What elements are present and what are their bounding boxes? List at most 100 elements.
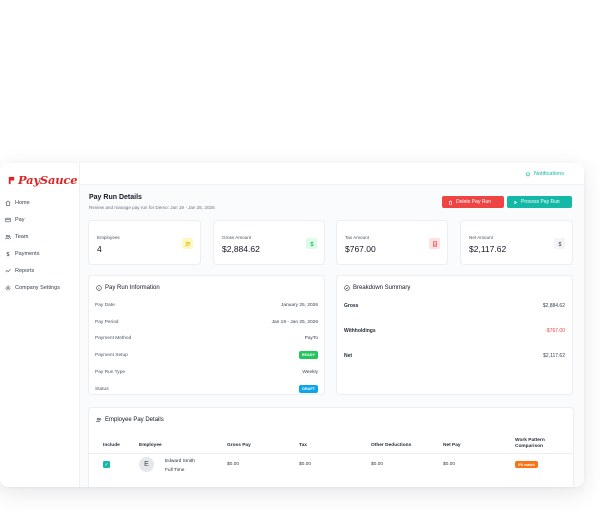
dollar-icon — [306, 238, 317, 249]
info-label: Payment Setup — [95, 353, 128, 358]
column-header-work-pattern-comparison[interactable]: Work Pattern Comparison — [515, 438, 559, 450]
pay-run-information-panel: Pay Run Information Pay Date January 25,… — [88, 275, 325, 395]
home-icon — [5, 200, 11, 206]
breakdown-value: -$767.00 — [545, 328, 565, 334]
stat-card-employees: Employees 4 — [88, 220, 201, 265]
info-row-status: Status DRAFT — [95, 385, 318, 395]
breakdown-row-net: Net $2,117.62 — [344, 351, 565, 361]
column-header-tax[interactable]: Tax — [299, 443, 307, 449]
info-row-payment-setup: Payment Setup READY — [95, 351, 318, 361]
panel-title: Employee Pay Details — [96, 417, 164, 423]
stat-label: Employees — [97, 235, 120, 240]
stat-value: 4 — [97, 244, 102, 254]
delete-pay-run-label: Delete Pay Run — [456, 199, 492, 205]
stat-label: Tax Amount — [345, 235, 370, 240]
info-label: Status — [95, 387, 109, 392]
table-header: Include Employee Gross Pay Tax Other Ded… — [89, 436, 573, 454]
breakdown-row-gross: Gross $2,884.62 — [344, 301, 565, 311]
stat-value: $2,884.62 — [222, 244, 260, 254]
breakdown-label: Net — [344, 353, 353, 359]
panel-title-text: Pay Run Information — [105, 285, 160, 291]
panel-title: Pay Run Information — [96, 285, 160, 291]
stat-card-net-amount: Net Amount $2,117.62 — [460, 220, 573, 265]
stat-label: Net Amount — [469, 235, 494, 240]
gear-icon — [5, 285, 11, 290]
sidebar-item-label: Team — [15, 233, 29, 240]
trash-icon — [449, 199, 452, 205]
info-label: Payment Method — [95, 336, 132, 341]
page-subtitle: Review and manage pay run for Demo: Jan … — [89, 205, 215, 210]
users-icon — [96, 417, 102, 423]
sidebar-item-label: Reports — [15, 267, 35, 274]
tax-cell: $0.00 — [299, 462, 312, 467]
breakdown-label: Gross — [344, 303, 359, 309]
sidebar-item-home[interactable]: Home — [0, 194, 80, 211]
chart-icon — [5, 268, 11, 272]
process-pay-run-button[interactable]: Process Pay Run — [507, 196, 572, 208]
info-icon — [96, 285, 102, 291]
stat-card-gross-amount: Gross Amount $2,884.62 — [213, 220, 325, 265]
column-header-other-deductions[interactable]: Other Deductions — [371, 443, 411, 449]
logo-icon — [8, 176, 15, 184]
status-badge-draft: DRAFT — [299, 385, 318, 393]
dollar-icon — [6, 251, 10, 256]
dollar-icon — [554, 238, 565, 249]
employee-pay-details-panel: Employee Pay Details Include Employee Gr… — [88, 407, 574, 487]
info-value: Jan 19 - Jan 25, 2026 — [271, 320, 318, 325]
card-icon — [5, 217, 11, 222]
info-value: PayTo — [304, 336, 318, 341]
column-header-gross-pay[interactable]: Gross Pay — [227, 443, 251, 449]
status-badge-ready: READY — [298, 351, 318, 359]
notifications-label: Notifications — [534, 171, 564, 177]
stat-value: $767.00 — [345, 244, 376, 254]
info-value: Weekly — [302, 370, 318, 375]
column-header-include[interactable]: Include — [103, 443, 120, 449]
sidebar-item-team[interactable]: Team — [0, 228, 80, 245]
users-icon — [5, 234, 11, 239]
topbar: Notifications — [80, 163, 584, 185]
breakdown-label: Withholdings — [344, 328, 376, 334]
info-row-pay-date: Pay Date January 25, 2026 — [95, 301, 318, 311]
column-header-employee[interactable]: Employee — [139, 443, 162, 449]
page-title: Pay Run Details — [89, 194, 142, 201]
sidebar-item-pay[interactable]: Pay — [0, 211, 80, 228]
info-value: January 25, 2026 — [280, 303, 318, 308]
employee-info[interactable]: Edward Smith Full Time — [165, 457, 195, 475]
notifications-button[interactable]: Notifications — [525, 171, 564, 177]
play-icon — [514, 200, 517, 204]
info-label: Pay Date — [95, 303, 115, 308]
breakdown-row-withholdings: Withholdings -$767.00 — [344, 326, 565, 336]
info-label: Pay Period — [95, 320, 119, 325]
panel-title: Breakdown Summary — [344, 285, 410, 291]
table-row: ✓ E Edward Smith Full Time $0.00 $0.00 $… — [89, 455, 573, 475]
logo[interactable]: PaySauce — [7, 173, 78, 187]
breakdown-value: $2,117.62 — [543, 353, 565, 359]
sidebar-item-company-settings[interactable]: Company Settings — [0, 279, 80, 296]
check-circle-icon — [344, 285, 350, 291]
panel-title-text: Employee Pay Details — [105, 417, 164, 423]
employee-name: Edward Smith — [165, 459, 195, 464]
sidebar-item-label: Payments — [15, 250, 40, 257]
employee-type: Full Time — [165, 468, 185, 473]
process-pay-run-label: Process Pay Run — [521, 199, 560, 205]
sidebar-nav: Home Pay Team Payments Reports Company S… — [0, 194, 80, 296]
sidebar-item-label: Company Settings — [15, 284, 60, 291]
stat-card-tax-amount: Tax Amount $767.00 — [336, 220, 448, 265]
logo-text: PaySauce — [18, 173, 78, 187]
include-checkbox[interactable]: ✓ — [103, 461, 110, 468]
sidebar-item-payments[interactable]: Payments — [0, 245, 80, 262]
breakdown-value: $2,884.62 — [542, 303, 565, 309]
avatar: E — [139, 457, 154, 472]
app-window: PaySauce Home Pay Team Payments Reports — [0, 163, 584, 487]
receipt-icon — [429, 238, 440, 249]
work-pattern-match-badge: 0% match — [515, 461, 538, 468]
column-header-net-pay[interactable]: Net Pay — [443, 443, 461, 449]
info-label: Pay Run Type — [95, 370, 126, 375]
breakdown-summary-panel: Breakdown Summary Gross $2,884.62 Withho… — [336, 275, 573, 395]
users-icon — [182, 238, 193, 249]
delete-pay-run-button[interactable]: Delete Pay Run — [442, 196, 504, 208]
bell-icon — [526, 172, 530, 177]
net-pay-cell: $0.00 — [443, 462, 456, 467]
gross-pay-cell: $0.00 — [227, 462, 240, 467]
sidebar-item-reports[interactable]: Reports — [0, 262, 80, 279]
